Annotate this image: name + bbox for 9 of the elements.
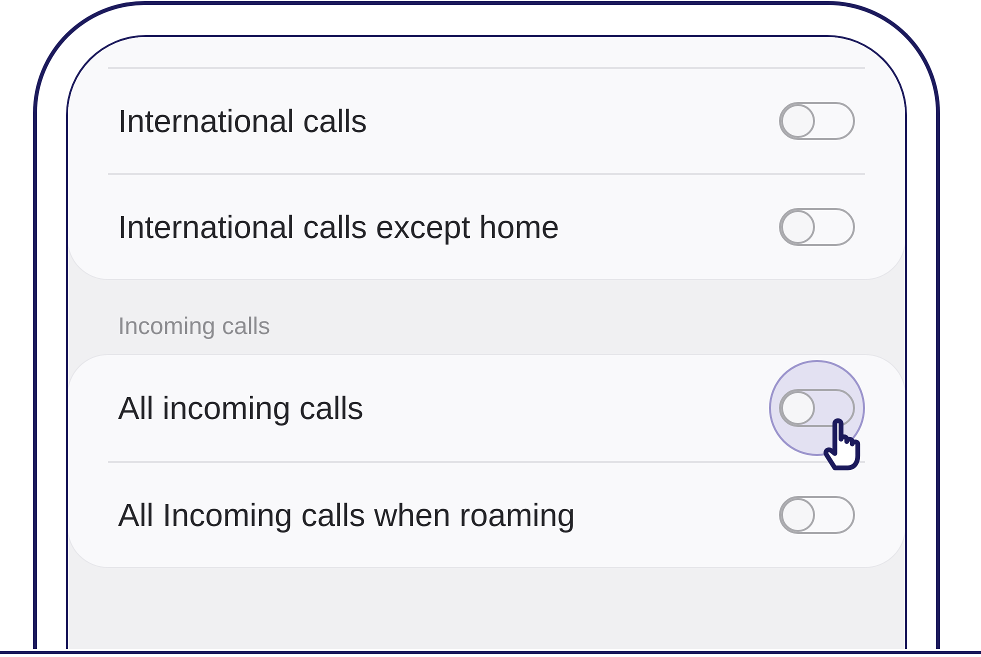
toggle-switch[interactable] xyxy=(779,208,855,246)
setting-label: All Incoming calls when roaming xyxy=(118,496,576,534)
setting-label: International calls except home xyxy=(118,208,560,246)
toggle-switch[interactable] xyxy=(779,102,855,140)
toggle-switch[interactable] xyxy=(779,389,855,427)
setting-label: All incoming calls xyxy=(118,390,364,426)
toggle-switch[interactable] xyxy=(779,496,855,534)
setting-label: International calls xyxy=(118,102,368,140)
section-header: Incoming calls xyxy=(118,313,270,340)
